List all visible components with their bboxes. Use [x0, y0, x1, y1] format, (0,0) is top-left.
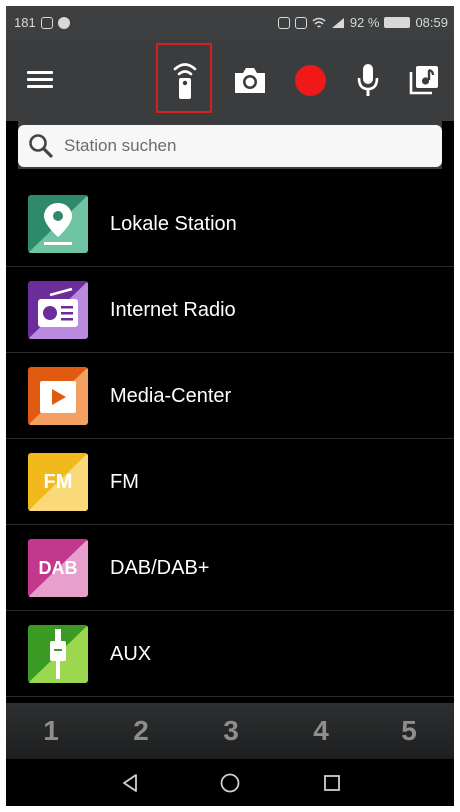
preset-3-button[interactable]: 3 [186, 703, 276, 759]
source-item-internet-radio[interactable]: Internet Radio [6, 267, 454, 353]
battery-icon [384, 17, 411, 28]
dab-icon-text: DAB [38, 558, 78, 578]
preset-bar: 1 2 3 4 5 [6, 703, 454, 759]
wifi-icon [312, 17, 326, 28]
source-item-aux[interactable]: AUX [6, 611, 454, 697]
source-label: DAB/DAB+ [110, 557, 210, 579]
preset-5-button[interactable]: 5 [364, 703, 454, 759]
record-icon [294, 64, 326, 96]
source-label: Lokale Station [110, 213, 237, 235]
app-screen: 181 92 % 08:59 Station suchen Lokale Sta… [6, 6, 454, 806]
search-icon [29, 134, 53, 158]
nfc-icon [277, 16, 290, 29]
system-nav-bar [6, 759, 454, 806]
source-item-dab[interactable]: DAB DAB/DAB+ [6, 525, 454, 611]
search-box[interactable] [18, 125, 442, 167]
music-library-icon [409, 66, 438, 95]
source-item-local-station[interactable]: Lokale Station [6, 181, 454, 267]
preset-2-button[interactable]: 2 [96, 703, 186, 759]
source-list: Lokale Station Internet Radio Media-Cent… [6, 181, 454, 697]
selection-highlight [156, 43, 212, 113]
search-input[interactable] [62, 135, 406, 157]
source-label: Internet Radio [110, 299, 236, 321]
recents-square-icon [324, 774, 340, 791]
aux-cable-icon [28, 625, 88, 683]
app-notification-icon [57, 16, 70, 29]
remote-control-button[interactable] [155, 39, 215, 121]
search-bar [18, 121, 442, 169]
camera-button[interactable] [226, 39, 274, 121]
preset-1-button[interactable]: 1 [6, 703, 96, 759]
fm-icon-text: FM [43, 471, 73, 493]
status-bar: 181 92 % 08:59 [6, 6, 454, 39]
play-media-icon [28, 367, 88, 425]
record-button[interactable] [286, 39, 334, 121]
camera-icon [235, 68, 265, 93]
source-label: FM [110, 471, 139, 493]
source-label: Media-Center [110, 385, 232, 407]
nav-recents-button[interactable] [302, 759, 362, 806]
battery-percent: 92 % [349, 15, 380, 30]
alarm-icon [294, 16, 307, 29]
microphone-icon [357, 64, 379, 96]
status-time: 08:59 [415, 15, 448, 30]
toolbar [6, 39, 454, 121]
fm-icon: FM [28, 453, 88, 511]
back-triangle-icon [123, 773, 137, 792]
music-library-button[interactable] [402, 39, 446, 121]
location-pin-icon [28, 195, 88, 253]
dab-icon: DAB [28, 539, 88, 597]
source-item-media-center[interactable]: Media-Center [6, 353, 454, 439]
microphone-button[interactable] [346, 39, 390, 121]
status-left-text: 181 [14, 15, 36, 30]
source-label: AUX [110, 643, 152, 665]
nav-home-button[interactable] [200, 759, 260, 806]
radio-icon [28, 281, 88, 339]
home-circle-icon [220, 773, 240, 792]
notification-icon [40, 16, 53, 29]
hamburger-menu-icon [27, 71, 53, 89]
menu-button[interactable] [20, 39, 60, 121]
nav-back-button[interactable] [100, 759, 160, 806]
source-item-fm[interactable]: FM FM [6, 439, 454, 525]
preset-4-button[interactable]: 4 [276, 703, 366, 759]
signal-icon [331, 17, 344, 28]
